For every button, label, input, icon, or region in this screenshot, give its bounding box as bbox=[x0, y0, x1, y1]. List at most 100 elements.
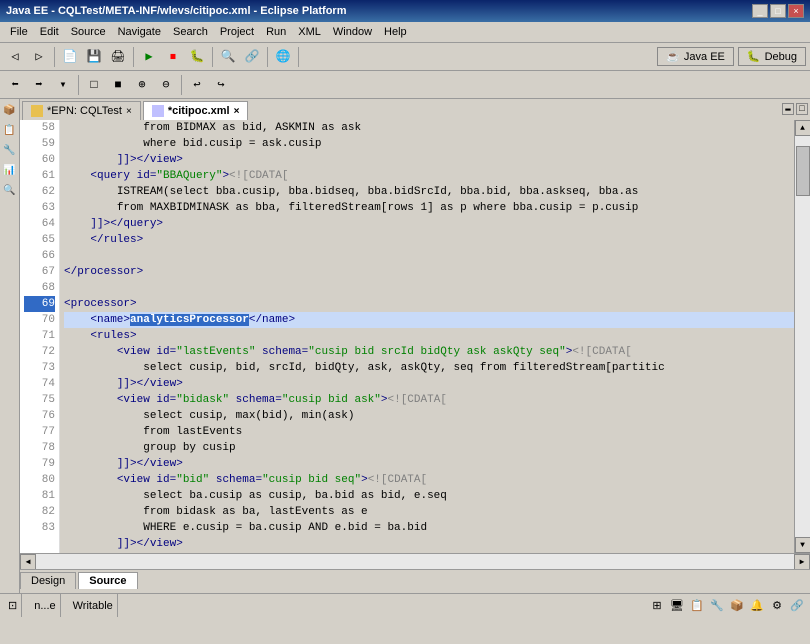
hscroll-track[interactable] bbox=[36, 554, 794, 570]
line-num-80: 80 bbox=[24, 472, 55, 488]
hscroll-left-btn[interactable]: ◀ bbox=[20, 554, 36, 570]
code-area[interactable]: from BIDMAX as bid, ASKMIN as ask where … bbox=[60, 120, 794, 553]
toolbar-run-btn[interactable]: ▶ bbox=[138, 46, 160, 68]
window-controls[interactable]: _ □ × bbox=[752, 4, 804, 18]
menu-search[interactable]: Search bbox=[167, 24, 214, 40]
status-icon-2[interactable]: 🖥 bbox=[668, 597, 686, 615]
status-name-text: n...e bbox=[34, 600, 55, 612]
toolbar-save-btn[interactable]: 💾 bbox=[83, 46, 105, 68]
vertical-scrollbar[interactable]: ▲ ▼ bbox=[794, 120, 810, 553]
close-button[interactable]: × bbox=[788, 4, 804, 18]
line-num-76: 76 bbox=[24, 408, 55, 424]
line-num-68: 68 bbox=[24, 280, 55, 296]
sidebar-icon-4[interactable]: 📊 bbox=[2, 163, 18, 179]
status-icon-7[interactable]: ⚙ bbox=[768, 597, 786, 615]
toolbar-debug-btn[interactable]: 🐛 bbox=[186, 46, 208, 68]
menu-navigate[interactable]: Navigate bbox=[112, 24, 167, 40]
menu-run[interactable]: Run bbox=[260, 24, 292, 40]
xml-tab-close[interactable]: × bbox=[234, 106, 240, 117]
vscroll-down-btn[interactable]: ▼ bbox=[795, 537, 810, 553]
status-icon-3[interactable]: 📋 bbox=[688, 597, 706, 615]
code-line-80: select ba.cusip as cusip, ba.bid as bid,… bbox=[64, 488, 794, 504]
title-bar: Java EE - CQLTest/META-INF/wlevs/citipoc… bbox=[0, 0, 810, 22]
code-line-71: <view id="lastEvents" schema="cusip bid … bbox=[64, 344, 794, 360]
code-line-58: from BIDMAX as bid, ASKMIN as ask bbox=[64, 120, 794, 136]
line-numbers: 58 59 60 61 62 63 64 65 66 67 68 69 70 7… bbox=[20, 120, 60, 553]
status-writable-text: Writable bbox=[73, 600, 113, 612]
toolbar2-btn7[interactable]: ↩ bbox=[186, 74, 208, 96]
tab-epn-cqltest[interactable]: *EPN: CQLTest × bbox=[22, 101, 141, 120]
minimize-button[interactable]: _ bbox=[752, 4, 768, 18]
tab-citipoc-xml[interactable]: *citipoc.xml × bbox=[143, 101, 249, 120]
vscroll-track[interactable] bbox=[795, 136, 810, 537]
code-line-69-name: <name>analyticsProcessor</name> bbox=[64, 312, 794, 328]
line-num-59: 59 bbox=[24, 136, 55, 152]
toolbar-forward-btn[interactable]: ▷ bbox=[28, 46, 50, 68]
epn-tab-close[interactable]: × bbox=[126, 106, 132, 117]
line-num-82: 82 bbox=[24, 504, 55, 520]
toolbar2-btn6[interactable]: ⊖ bbox=[155, 74, 177, 96]
status-icon-5[interactable]: 📦 bbox=[728, 597, 746, 615]
sidebar-icon-5[interactable]: 🔍 bbox=[2, 183, 18, 199]
toolbar-sep-5 bbox=[298, 47, 299, 67]
toolbar-refs-btn[interactable]: 🔗 bbox=[241, 46, 263, 68]
toolbar2-btn4[interactable]: ■ bbox=[107, 74, 129, 96]
line-num-83: 83 bbox=[24, 520, 55, 536]
toolbar-new-btn[interactable]: 📄 bbox=[59, 46, 81, 68]
line-num-78: 78 bbox=[24, 440, 55, 456]
sidebar-icon-1[interactable]: 📦 bbox=[2, 103, 18, 119]
menu-source[interactable]: Source bbox=[65, 24, 112, 40]
toolbar-print-btn[interactable]: 🖨 bbox=[107, 46, 129, 68]
status-icon-4[interactable]: 🔧 bbox=[708, 597, 726, 615]
code-line-76: from lastEvents bbox=[64, 424, 794, 440]
sidebar-icon-2[interactable]: 📋 bbox=[2, 123, 18, 139]
toolbar2-btn8[interactable]: ↪ bbox=[210, 74, 232, 96]
epn-tab-icon bbox=[31, 105, 43, 117]
toolbar2-btn5[interactable]: ⊕ bbox=[131, 74, 153, 96]
panel-maximize-btn[interactable]: □ bbox=[796, 103, 808, 115]
java-ee-icon: ☕ bbox=[666, 50, 680, 63]
panel-minimize-btn[interactable]: ▬ bbox=[782, 103, 794, 115]
menu-file[interactable]: File bbox=[4, 24, 34, 40]
vscroll-thumb[interactable] bbox=[796, 146, 810, 196]
toolbar2-nav-back[interactable]: ⬅ bbox=[4, 74, 26, 96]
horizontal-scrollbar[interactable]: ◀ ▶ bbox=[20, 553, 810, 569]
line-num-62: 62 bbox=[24, 184, 55, 200]
toolbar2-dropdown[interactable]: ▾ bbox=[52, 74, 74, 96]
window-title: Java EE - CQLTest/META-INF/wlevs/citipoc… bbox=[6, 5, 346, 17]
xml-tab-label: *citipoc.xml bbox=[168, 105, 230, 117]
vscroll-up-btn[interactable]: ▲ bbox=[795, 120, 810, 136]
menu-window[interactable]: Window bbox=[327, 24, 378, 40]
menu-edit[interactable]: Edit bbox=[34, 24, 65, 40]
debug-perspective-btn[interactable]: 🐛 Debug bbox=[738, 47, 806, 66]
sidebar-icon-3[interactable]: 🔧 bbox=[2, 143, 18, 159]
toolbar-sep-1 bbox=[54, 47, 55, 67]
line-num-72: 72 bbox=[24, 344, 55, 360]
editor-content[interactable]: 58 59 60 61 62 63 64 65 66 67 68 69 70 7… bbox=[20, 120, 810, 553]
status-icon-6[interactable]: 🔔 bbox=[748, 597, 766, 615]
menu-project[interactable]: Project bbox=[214, 24, 260, 40]
line-num-77: 77 bbox=[24, 424, 55, 440]
toolbar-search-btn[interactable]: 🔍 bbox=[217, 46, 239, 68]
toolbar-globe-btn[interactable]: 🌐 bbox=[272, 46, 294, 68]
code-line-74: <view id="bidask" schema="cusip bid ask"… bbox=[64, 392, 794, 408]
java-ee-perspective-btn[interactable]: ☕ Java EE bbox=[657, 47, 734, 66]
hscroll-right-btn[interactable]: ▶ bbox=[794, 554, 810, 570]
line-num-64: 64 bbox=[24, 216, 55, 232]
menu-xml[interactable]: XML bbox=[292, 24, 327, 40]
status-item-name: n...e bbox=[30, 594, 60, 617]
design-tab[interactable]: Design bbox=[20, 572, 76, 589]
toolbar2-btn3[interactable]: □ bbox=[83, 74, 105, 96]
line-num-70: 70 bbox=[24, 312, 55, 328]
maximize-button[interactable]: □ bbox=[770, 4, 786, 18]
menu-bar: File Edit Source Navigate Search Project… bbox=[0, 22, 810, 43]
toolbar-back-btn[interactable]: ◁ bbox=[4, 46, 26, 68]
menu-help[interactable]: Help bbox=[378, 24, 413, 40]
status-item-writable: Writable bbox=[69, 594, 118, 617]
status-icon-8[interactable]: 🔗 bbox=[788, 597, 806, 615]
epn-tab-label: *EPN: CQLTest bbox=[47, 105, 122, 117]
toolbar2-nav-fwd[interactable]: ➡ bbox=[28, 74, 50, 96]
toolbar-stop-btn[interactable]: ⏹ bbox=[162, 46, 184, 68]
status-icon-1[interactable]: ⊞ bbox=[648, 597, 666, 615]
source-tab[interactable]: Source bbox=[78, 572, 137, 589]
